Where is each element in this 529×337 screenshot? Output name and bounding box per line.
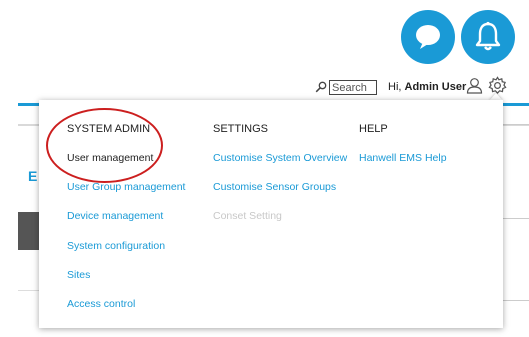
- menu-heading: SETTINGS: [213, 123, 269, 135]
- admin-dropdown-menu: SYSTEM ADMIN User management User Group …: [39, 100, 503, 328]
- menu-item-customise-system-overview[interactable]: Customise System Overview: [213, 152, 347, 164]
- page-partial-title: E: [28, 168, 38, 184]
- user-name: Admin User: [404, 81, 467, 93]
- menu-item-user-management[interactable]: User management: [67, 152, 153, 164]
- chat-button[interactable]: [401, 10, 455, 64]
- menu-item-access-control[interactable]: Access control: [67, 298, 135, 310]
- menu-item-user-group-management[interactable]: User Group management: [67, 181, 185, 193]
- menu-heading: SYSTEM ADMIN: [67, 123, 151, 135]
- bell-icon: [475, 21, 501, 51]
- page-divider: [500, 218, 529, 219]
- notifications-button[interactable]: [461, 10, 515, 64]
- search-icon[interactable]: [315, 81, 327, 93]
- chat-bubble-icon: [416, 25, 440, 49]
- search-input[interactable]: [329, 80, 377, 95]
- page-divider: [18, 290, 40, 291]
- menu-item-device-management[interactable]: Device management: [67, 210, 163, 222]
- menu-item-customise-sensor-groups[interactable]: Customise Sensor Groups: [213, 181, 336, 193]
- page-divider: [500, 124, 529, 125]
- menu-item-hanwell-ems-help[interactable]: Hanwell EMS Help: [359, 152, 447, 164]
- page-divider: [500, 300, 529, 301]
- greeting-prefix: Hi,: [388, 81, 402, 93]
- user-icon[interactable]: [466, 77, 483, 94]
- user-greeting: Hi, Admin User: [388, 81, 466, 93]
- menu-item-system-configuration[interactable]: System configuration: [67, 240, 165, 252]
- menu-heading: HELP: [359, 123, 388, 135]
- menu-item-conset-setting: Conset Setting: [213, 210, 282, 222]
- menu-item-sites[interactable]: Sites: [67, 269, 90, 281]
